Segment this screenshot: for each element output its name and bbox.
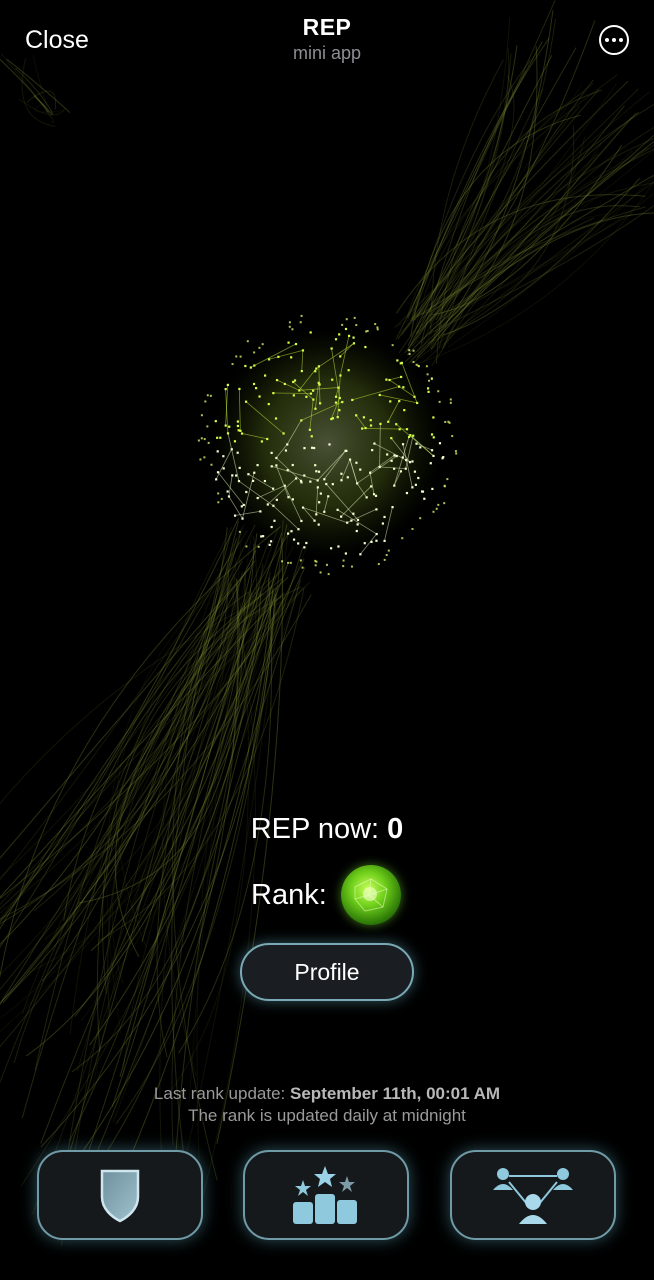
rep-value: 0	[387, 813, 404, 845]
app-header: Close REP mini app	[0, 0, 654, 84]
nav-shield-button[interactable]	[37, 1150, 203, 1240]
profile-button[interactable]: Profile	[240, 943, 414, 1001]
leaderboard-stars-icon	[293, 1166, 357, 1224]
app-subtitle: mini app	[292, 43, 362, 63]
last-update-line: Last rank update: September 11th, 00:01 …	[0, 1083, 654, 1105]
rank-update-info: Last rank update: September 11th, 00:01 …	[0, 1083, 654, 1127]
rep-label: REP now:	[250, 813, 380, 845]
nav-referral-button[interactable]	[450, 1150, 616, 1240]
rank-orb-icon	[340, 865, 401, 925]
app-title: REP	[302, 14, 352, 40]
last-update-label: Last rank update:	[153, 1084, 286, 1103]
rank-label: Rank:	[251, 878, 327, 911]
referral-network-icon	[493, 1168, 573, 1224]
nav-leaderboard-button[interactable]	[243, 1150, 409, 1240]
rank-row: Rank:	[251, 865, 401, 925]
shield-icon	[100, 1169, 140, 1223]
more-options-icon[interactable]	[599, 25, 629, 55]
title-block: REP mini app	[0, 14, 654, 64]
update-note: The rank is updated daily at midnight	[188, 1106, 466, 1125]
rep-count: REP now: 0	[0, 813, 654, 846]
last-update-timestamp: September 11th, 00:01 AM	[290, 1084, 501, 1103]
